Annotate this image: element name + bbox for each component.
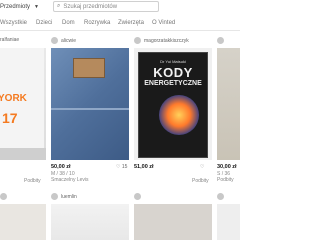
item-photo[interactable] — [0, 204, 46, 240]
username: ralfaniae — [0, 37, 20, 43]
nav-item-about[interactable]: O Vinted — [152, 20, 175, 26]
card-user — [134, 193, 144, 200]
energy-orb-image — [159, 95, 199, 135]
username: luemlin — [61, 193, 77, 200]
card-user: magorzatakkiszczyk — [134, 37, 189, 44]
nav-item-pets[interactable]: Zwierzęta — [118, 20, 144, 26]
avatar — [217, 37, 224, 44]
item-price: 50,00 zł — [51, 164, 71, 170]
avatar — [134, 37, 141, 44]
avatar — [51, 193, 58, 200]
card-user: alicwie — [51, 37, 76, 44]
avatar — [0, 193, 7, 200]
search-placeholder: Szukaj przedmiotów — [63, 3, 118, 10]
top-bar: Przedmioty ▼ ⌕ Szukaj przedmiotów — [0, 0, 240, 14]
username: alicwie — [61, 37, 77, 44]
item-photo[interactable] — [217, 48, 240, 160]
item-photo[interactable]: Dr Yui Matsuki KODY ENERGETYCZNE — [134, 48, 212, 160]
item-photo[interactable] — [134, 204, 212, 240]
item-photo[interactable] — [51, 204, 129, 240]
book-cover: Dr Yui Matsuki KODY ENERGETYCZNE — [138, 52, 208, 158]
item-photo[interactable]: YORK 17 — [0, 48, 46, 160]
avatar — [51, 37, 58, 44]
card-user — [0, 193, 10, 200]
search-input[interactable]: ⌕ Szukaj przedmiotów — [53, 1, 159, 12]
book-title: KODY — [153, 65, 193, 80]
book-subtitle: ENERGETYCZNE — [144, 80, 202, 87]
search-icon: ⌕ — [57, 3, 61, 9]
category-dropdown[interactable]: Przedmioty ▼ — [0, 2, 50, 12]
likes-value: 15 — [121, 164, 128, 170]
nav-item-entertainment[interactable]: Rozrywka — [84, 20, 110, 26]
nav-item-kids[interactable]: Dzieci — [36, 20, 52, 26]
nav-item-all[interactable]: Wszystkie — [0, 20, 27, 26]
chevron-down-icon: ▼ — [34, 4, 39, 10]
card-user: ralfaniae — [0, 37, 19, 43]
avatar — [217, 193, 224, 200]
item-price: 51,00 zł — [134, 164, 154, 170]
avatar — [134, 193, 141, 200]
item-photo[interactable] — [217, 204, 240, 240]
item-status: Podbity — [192, 178, 209, 184]
item-price: 30,00 zł — [217, 164, 237, 170]
nav-item-home[interactable]: Dom — [62, 20, 75, 26]
like-icon[interactable]: ♡ — [200, 164, 204, 170]
card-user — [217, 37, 227, 44]
item-status: Podbity — [24, 178, 41, 184]
item-status: Podbity — [217, 177, 234, 183]
card-user: luemlin — [51, 193, 77, 200]
like-count[interactable]: ♡ 15 — [116, 164, 127, 170]
item-brand: Smaczelny Levis — [51, 177, 89, 183]
category-nav: Wszystkie Dzieci Dom Rozrywka Zwierzęta … — [0, 16, 240, 31]
card-user — [217, 193, 227, 200]
category-label: Przedmioty — [0, 4, 31, 10]
book-author: Dr Yui Matsuki — [160, 59, 186, 64]
username: magorzatakkiszczyk — [144, 37, 189, 44]
item-photo[interactable] — [51, 48, 129, 160]
